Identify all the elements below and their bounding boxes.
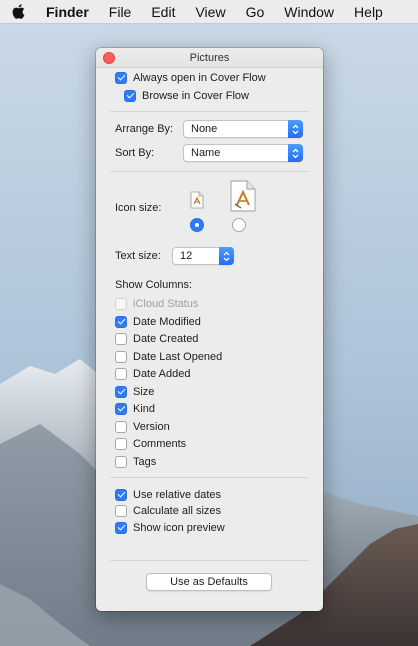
sort-by-label: Sort By:	[115, 145, 154, 161]
arrange-by-label: Arrange By:	[115, 121, 173, 137]
icon-size-text: Icon size:	[115, 202, 162, 214]
text-size-text: Text size:	[115, 250, 161, 262]
column-kind-row[interactable]: Kind	[115, 401, 155, 417]
column-version-row[interactable]: Version	[115, 419, 170, 435]
icloud-status-checkbox	[115, 298, 127, 310]
menu-file[interactable]: File	[99, 0, 142, 24]
date-added-checkbox[interactable]	[115, 368, 127, 380]
menu-finder[interactable]: Finder	[36, 0, 99, 24]
size-label: Size	[133, 386, 155, 398]
always-open-cover-flow-label: Always open in Cover Flow	[133, 72, 266, 84]
date-created-label: Date Created	[133, 333, 199, 345]
arrange-by-value: None	[191, 123, 218, 135]
text-size-value: 12	[180, 250, 193, 262]
window-title: Pictures	[189, 52, 230, 64]
icon-size-label: Icon size:	[115, 200, 161, 216]
date-last-opened-checkbox[interactable]	[115, 351, 127, 363]
close-button[interactable]	[103, 52, 115, 64]
column-tags-row[interactable]: Tags	[115, 454, 156, 470]
view-options-window: Pictures Always open in Cover Flow Brows…	[96, 48, 323, 611]
calculate-all-sizes-checkbox[interactable]	[115, 505, 127, 517]
date-modified-checkbox[interactable]	[115, 316, 127, 328]
show-icon-preview-row[interactable]: Show icon preview	[115, 520, 225, 536]
tags-checkbox[interactable]	[115, 456, 127, 468]
use-relative-dates-label: Use relative dates	[133, 489, 222, 501]
column-size-row[interactable]: Size	[115, 384, 154, 400]
small-document-icon	[189, 191, 205, 212]
menu-help[interactable]: Help	[344, 0, 393, 24]
text-size-select[interactable]: 12	[172, 247, 234, 265]
calculate-all-sizes-label: Calculate all sizes	[133, 505, 222, 517]
icon-size-large-radio[interactable]	[232, 218, 246, 232]
kind-label: Kind	[133, 403, 156, 415]
menu-edit[interactable]: Edit	[141, 0, 185, 24]
sort-by-select[interactable]: Name	[183, 144, 303, 162]
column-date-added-row[interactable]: Date Added	[115, 366, 191, 382]
divider	[110, 111, 309, 112]
text-size-label: Text size:	[115, 248, 161, 264]
apple-menu-icon[interactable]	[0, 4, 36, 19]
menu-go[interactable]: Go	[236, 0, 275, 24]
column-comments-row[interactable]: Comments	[115, 436, 186, 452]
menu-view[interactable]: View	[185, 0, 235, 24]
browse-cover-flow-checkbox[interactable]	[124, 90, 136, 102]
date-modified-label: Date Modified	[133, 316, 201, 328]
show-icon-preview-checkbox[interactable]	[115, 522, 127, 534]
sort-by-text: Sort By:	[115, 147, 155, 159]
arrange-by-select[interactable]: None	[183, 120, 303, 138]
date-last-opened-label: Date Last Opened	[133, 351, 223, 363]
version-label: Version	[133, 421, 170, 433]
column-icloud-status-row: iCloud Status	[115, 296, 198, 312]
comments-label: Comments	[133, 438, 187, 450]
always-open-cover-flow-checkbox[interactable]	[115, 72, 127, 84]
divider	[110, 477, 309, 478]
updown-arrows-icon	[288, 120, 303, 138]
arrange-by-text: Arrange By:	[115, 123, 174, 135]
window-titlebar[interactable]: Pictures	[96, 48, 323, 68]
calculate-all-sizes-row[interactable]: Calculate all sizes	[115, 503, 221, 519]
column-date-created-row[interactable]: Date Created	[115, 331, 198, 347]
use-relative-dates-row[interactable]: Use relative dates	[115, 487, 221, 503]
show-columns-text: Show Columns:	[115, 279, 193, 291]
icon-size-small-radio[interactable]	[190, 218, 204, 232]
always-open-cover-flow-row[interactable]: Always open in Cover Flow	[115, 70, 266, 86]
show-icon-preview-label: Show icon preview	[133, 522, 225, 534]
menu-bar: Finder File Edit View Go Window Help	[0, 0, 418, 24]
divider	[110, 560, 309, 561]
large-document-icon	[228, 180, 258, 215]
sort-by-value: Name	[191, 147, 221, 159]
version-checkbox[interactable]	[115, 421, 127, 433]
updown-arrows-icon	[219, 247, 234, 265]
comments-checkbox[interactable]	[115, 438, 127, 450]
browse-cover-flow-row[interactable]: Browse in Cover Flow	[124, 88, 249, 104]
use-relative-dates-checkbox[interactable]	[115, 489, 127, 501]
updown-arrows-icon	[288, 144, 303, 162]
column-date-modified-row[interactable]: Date Modified	[115, 314, 201, 330]
size-checkbox[interactable]	[115, 386, 127, 398]
date-added-label: Date Added	[133, 368, 191, 380]
kind-checkbox[interactable]	[115, 403, 127, 415]
icloud-status-label: iCloud Status	[133, 298, 199, 310]
tags-label: Tags	[133, 456, 157, 468]
show-columns-label: Show Columns:	[115, 277, 192, 293]
menu-window[interactable]: Window	[274, 0, 344, 24]
column-date-last-opened-row[interactable]: Date Last Opened	[115, 349, 222, 365]
date-created-checkbox[interactable]	[115, 333, 127, 345]
divider	[110, 171, 309, 172]
browse-cover-flow-label: Browse in Cover Flow	[142, 90, 249, 102]
use-as-defaults-button[interactable]: Use as Defaults	[146, 573, 272, 591]
